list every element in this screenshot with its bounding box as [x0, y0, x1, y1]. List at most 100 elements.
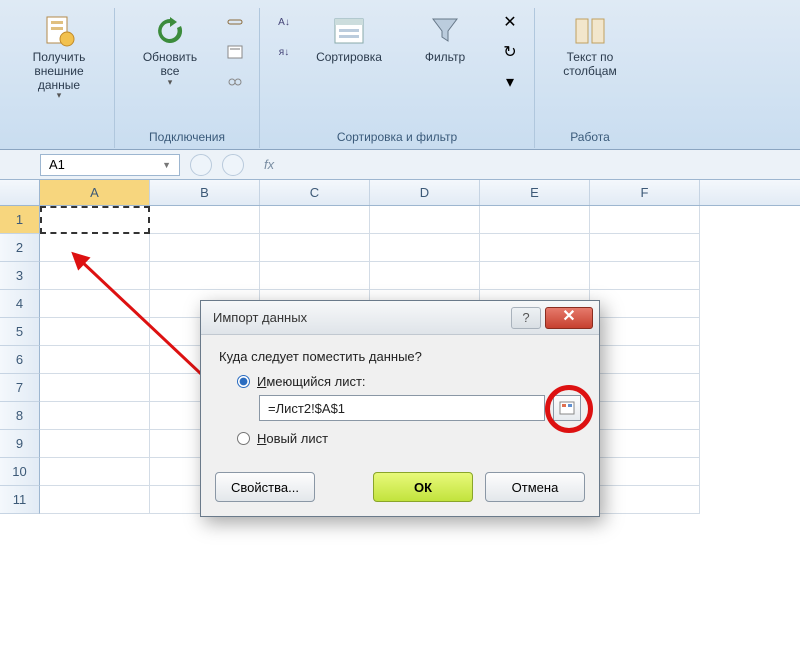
connections-button[interactable]: [221, 8, 249, 36]
help-button[interactable]: ?: [511, 307, 541, 329]
ribbon-group-connections: Обновитьвсе ▾ Подключения: [115, 8, 260, 148]
column-header[interactable]: E: [480, 180, 590, 205]
reapply-button[interactable]: ↻: [496, 38, 524, 66]
cell[interactable]: [40, 290, 150, 318]
column-header[interactable]: F: [590, 180, 700, 205]
cell[interactable]: [150, 262, 260, 290]
cell[interactable]: [590, 346, 700, 374]
properties-icon: [226, 43, 244, 61]
cell[interactable]: [40, 346, 150, 374]
cell[interactable]: [40, 262, 150, 290]
column-header[interactable]: D: [370, 180, 480, 205]
name-box[interactable]: A1 ▼: [40, 154, 180, 176]
sort-asc-icon: A↓: [278, 17, 290, 28]
row-header[interactable]: 5: [0, 318, 40, 346]
get-external-data-button[interactable]: Получитьвнешние данные ▾: [14, 8, 104, 106]
sort-desc-icon: я↓: [279, 47, 289, 58]
cell[interactable]: [590, 262, 700, 290]
cell[interactable]: [590, 234, 700, 262]
select-all-corner[interactable]: [0, 180, 40, 205]
cell[interactable]: [40, 458, 150, 486]
cell[interactable]: [260, 262, 370, 290]
refresh-all-label: Обновитьвсе: [143, 51, 197, 79]
sort-button[interactable]: Сортировка: [304, 8, 394, 70]
ref-edit-input[interactable]: [259, 395, 545, 421]
cell[interactable]: [40, 318, 150, 346]
filter-button[interactable]: Фильтр: [400, 8, 490, 70]
cell[interactable]: [370, 262, 480, 290]
row-header[interactable]: 3: [0, 262, 40, 290]
dropdown-arrow-icon: ▾: [57, 90, 62, 101]
dialog-prompt: Куда следует поместить данные?: [219, 349, 581, 364]
refresh-all-button[interactable]: Обновитьвсе ▾: [125, 8, 215, 93]
column-header[interactable]: C: [260, 180, 370, 205]
cell[interactable]: [370, 206, 480, 234]
cell[interactable]: [590, 206, 700, 234]
row-header[interactable]: 1: [0, 206, 40, 234]
fx-label[interactable]: fx: [264, 157, 274, 172]
dialog-titlebar[interactable]: Импорт данных ? ✕: [201, 301, 599, 335]
formula-bar: A1 ▼ fx: [0, 150, 800, 180]
cell[interactable]: [260, 234, 370, 262]
cell[interactable]: [370, 234, 480, 262]
row-header[interactable]: 2: [0, 234, 40, 262]
properties-button[interactable]: Свойства...: [215, 472, 315, 502]
row-header[interactable]: 4: [0, 290, 40, 318]
get-external-data-label: Получитьвнешние данные: [19, 51, 99, 92]
cell[interactable]: [590, 318, 700, 346]
row-header[interactable]: 7: [0, 374, 40, 402]
cell[interactable]: [40, 430, 150, 458]
cancel-button[interactable]: Отмена: [485, 472, 585, 502]
cell[interactable]: [480, 262, 590, 290]
cell[interactable]: [480, 206, 590, 234]
advanced-button[interactable]: ▾: [496, 68, 524, 96]
clear-filter-button[interactable]: ✕: [496, 8, 524, 36]
radio-existing-sheet-label[interactable]: Имеющийся лист:: [257, 374, 366, 389]
dialog-body: Куда следует поместить данные? Имеющийся…: [201, 335, 599, 462]
cell[interactable]: [40, 486, 150, 514]
column-header[interactable]: B: [150, 180, 260, 205]
cell[interactable]: [40, 374, 150, 402]
cell[interactable]: [590, 374, 700, 402]
sort-icon: [331, 13, 367, 49]
radio-new-sheet-row: Новый лист: [237, 431, 581, 446]
text-to-columns-button[interactable]: Текст постолбцам: [545, 8, 635, 84]
cell[interactable]: [590, 458, 700, 486]
cell[interactable]: [150, 206, 260, 234]
row-header[interactable]: 6: [0, 346, 40, 374]
column-header[interactable]: A: [40, 180, 150, 205]
radio-new-sheet[interactable]: [237, 432, 250, 445]
cell[interactable]: [590, 486, 700, 514]
ok-button[interactable]: ОК: [373, 472, 473, 502]
row-header[interactable]: 9: [0, 430, 40, 458]
text-to-columns-label: Текст постолбцам: [563, 51, 616, 79]
dialog-title: Импорт данных: [213, 310, 511, 325]
cell[interactable]: [590, 430, 700, 458]
radio-existing-sheet[interactable]: [237, 375, 250, 388]
cell[interactable]: [40, 234, 150, 262]
row-header[interactable]: 10: [0, 458, 40, 486]
close-button[interactable]: ✕: [545, 307, 593, 329]
radio-new-sheet-label[interactable]: Новый лист: [257, 431, 328, 446]
cell[interactable]: [590, 402, 700, 430]
sort-desc-button[interactable]: я↓: [270, 38, 298, 66]
ribbon-group-datatools-label: Работа: [570, 130, 610, 148]
sort-asc-button[interactable]: A↓: [270, 8, 298, 36]
cell[interactable]: [150, 234, 260, 262]
cell[interactable]: [590, 290, 700, 318]
cell[interactable]: [480, 234, 590, 262]
cancel-formula-button[interactable]: [190, 154, 212, 176]
cell[interactable]: [40, 206, 150, 234]
collapse-dialog-button[interactable]: [553, 395, 581, 421]
clear-icon: ✕: [503, 12, 516, 32]
enter-formula-button[interactable]: [222, 154, 244, 176]
column-headers: A B C D E F: [0, 180, 800, 206]
edit-links-button[interactable]: [221, 68, 249, 96]
row-header[interactable]: 11: [0, 486, 40, 514]
cell[interactable]: [40, 402, 150, 430]
row-header[interactable]: 8: [0, 402, 40, 430]
ribbon-group-external: Получитьвнешние данные ▾: [4, 8, 115, 148]
properties-button[interactable]: [221, 38, 249, 66]
refresh-icon: [152, 13, 188, 49]
cell[interactable]: [260, 206, 370, 234]
